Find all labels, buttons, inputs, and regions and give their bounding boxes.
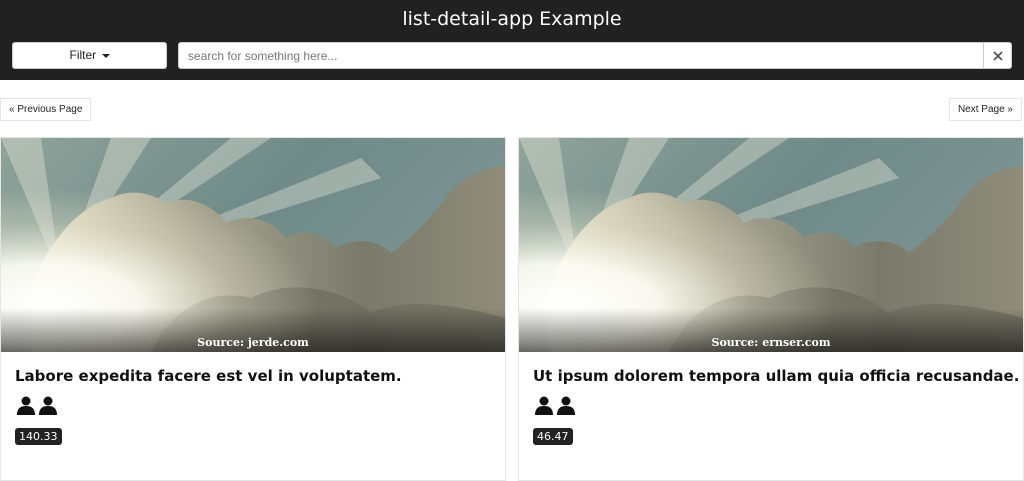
guest-icons <box>534 395 576 415</box>
search-input[interactable] <box>178 42 984 69</box>
card-source: Source: ernser.com <box>711 336 831 349</box>
next-page-button[interactable]: Next Page » <box>948 98 1022 121</box>
filter-button[interactable]: Filter <box>12 42 167 69</box>
caret-down-icon <box>101 53 110 58</box>
card-title: Labore expedita facere est vel in volupt… <box>15 367 402 385</box>
card-image[interactable]: Source: jerde.com <box>1 138 505 352</box>
filter-button-label: Filter <box>69 48 97 62</box>
top-navbar: list-detail-app Example Filter <box>0 0 1024 80</box>
guest-icons <box>16 395 58 415</box>
list-item-card[interactable]: Source: ernser.com Ut ipsum dolorem temp… <box>518 137 1024 481</box>
close-icon <box>993 51 1002 60</box>
person-icon <box>556 395 576 415</box>
card-image[interactable]: Source: ernser.com <box>519 138 1023 352</box>
person-icon <box>16 395 36 415</box>
price-badge: 140.33 <box>15 428 62 445</box>
previous-page-button[interactable]: « Previous Page <box>0 98 92 121</box>
list-item-card[interactable]: Source: jerde.com Labore expedita facere… <box>0 137 506 481</box>
price-badge: 46.47 <box>533 428 573 445</box>
person-icon <box>38 395 58 415</box>
card-title: Ut ipsum dolorem tempora ullam quia offi… <box>533 367 1020 385</box>
card-source: Source: jerde.com <box>197 336 309 349</box>
clear-search-button[interactable] <box>983 42 1012 69</box>
app-title: list-detail-app Example <box>402 8 622 30</box>
person-icon <box>534 395 554 415</box>
